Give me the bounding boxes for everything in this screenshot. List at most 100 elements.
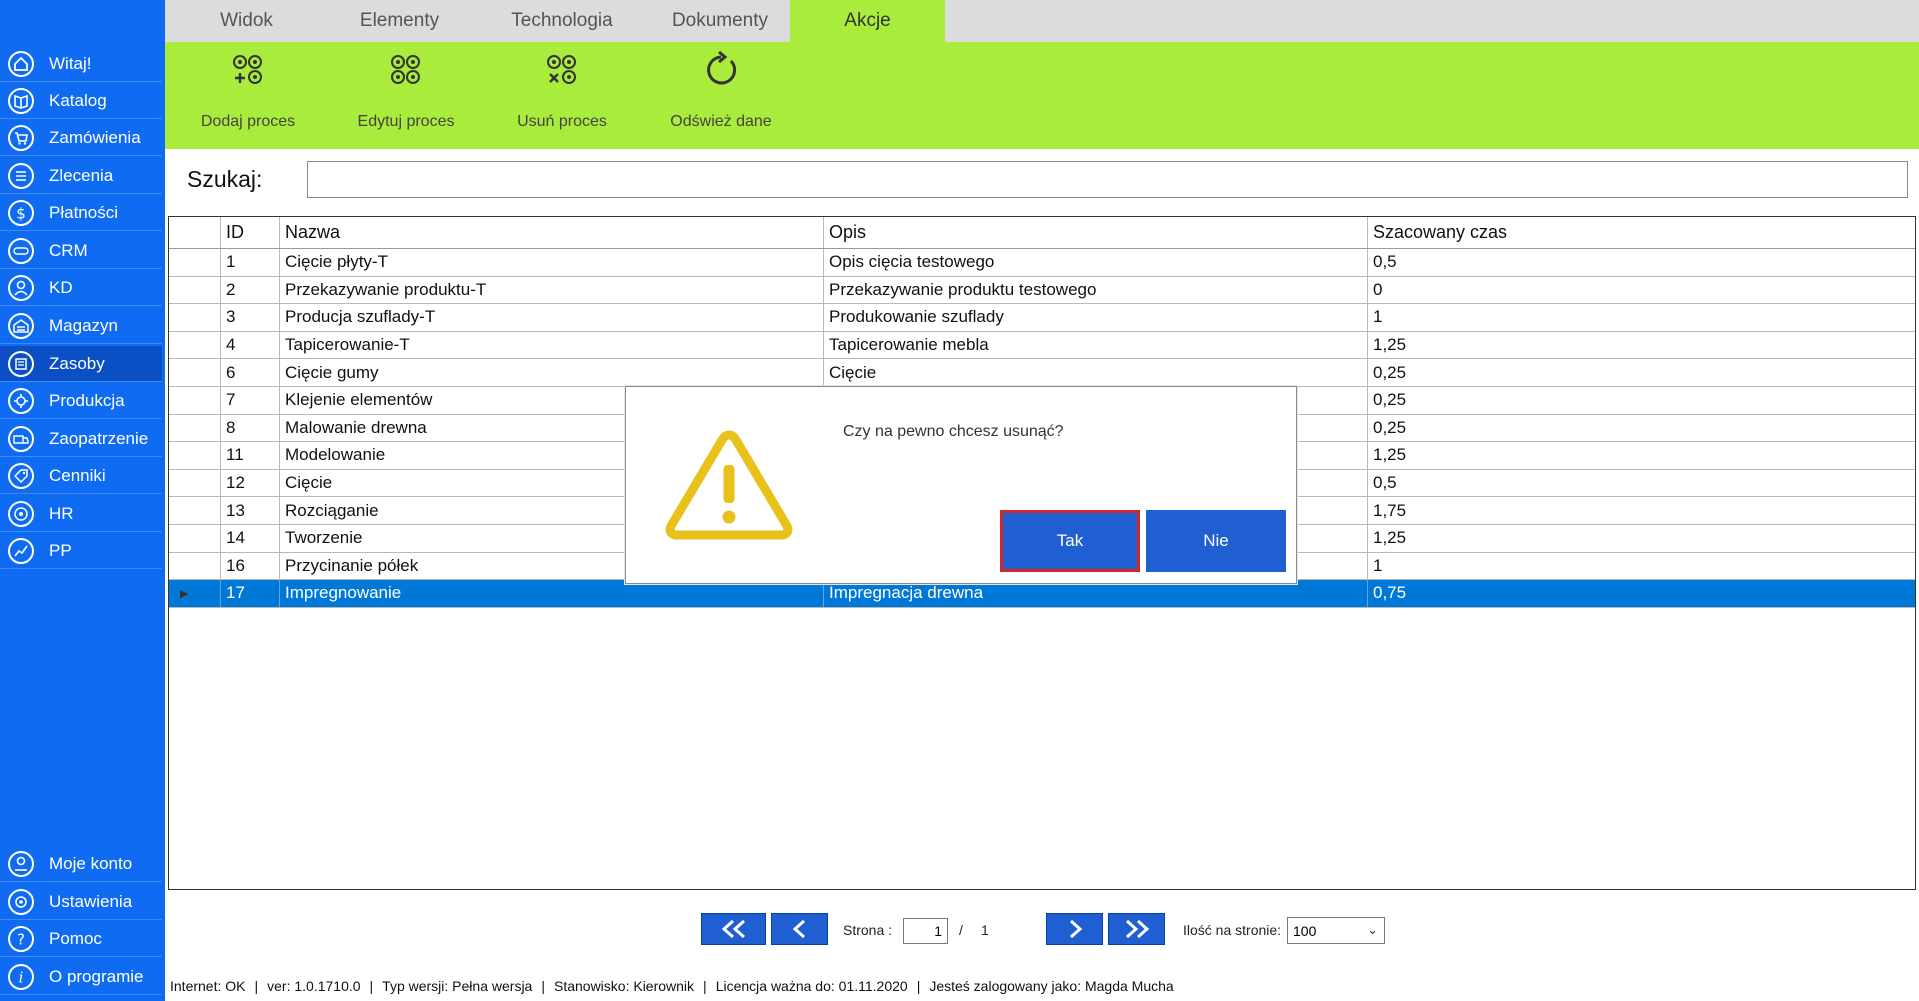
sidebar-item-pomoc[interactable]: ? Pomoc [0, 921, 162, 957]
cell-desc[interactable]: Tapicerowanie mebla [824, 331, 1368, 359]
cell-id[interactable]: 12 [221, 469, 280, 497]
yes-button[interactable]: Tak [1000, 510, 1140, 572]
tab-elementy[interactable]: Elementy [333, 0, 466, 42]
sidebar-item-moje-konto[interactable]: Moje konto [0, 846, 162, 882]
row-selector[interactable] [169, 359, 221, 386]
cell-id[interactable]: 16 [221, 552, 280, 580]
cell-name[interactable]: Cięcie gumy [280, 359, 824, 386]
row-selector[interactable] [169, 304, 221, 331]
cart-icon [7, 124, 35, 152]
row-selector[interactable] [169, 276, 221, 304]
per-page-label: Ilość na stronie: [1183, 922, 1282, 938]
sidebar-item-cenniki[interactable]: Cenniki [0, 458, 162, 494]
cell-id[interactable]: 6 [221, 359, 280, 386]
row-selector[interactable]: ▶ [169, 580, 221, 607]
tab-widok[interactable]: Widok [180, 0, 313, 42]
sidebar-item-produkcja[interactable]: Produkcja [0, 383, 162, 419]
row-selector[interactable] [169, 387, 221, 414]
sidebar-item-crm[interactable]: CRM [0, 233, 162, 269]
cell-time[interactable]: 0,75 [1368, 580, 1915, 607]
table-row[interactable]: 6 Cięcie gumy Cięcie 0,25 [169, 359, 1915, 387]
row-selector[interactable] [169, 331, 221, 359]
header-name[interactable]: Nazwa [280, 217, 824, 248]
add-process-button[interactable]: Dodaj proces [173, 42, 323, 149]
cell-time[interactable]: 1,25 [1368, 332, 1915, 359]
sidebar-item-label: PP [49, 540, 72, 560]
refresh-data-button[interactable]: Odśwież dane [646, 42, 796, 149]
no-button[interactable]: Nie [1146, 510, 1286, 572]
cell-id[interactable]: 11 [221, 442, 280, 469]
sidebar-item-magazyn[interactable]: Magazyn [0, 308, 162, 344]
sidebar-item-o-programie[interactable]: i O programie [0, 959, 162, 995]
table-row[interactable]: 2 Przekazywanie produktu-T Przekazywanie p… [169, 276, 1915, 305]
row-selector[interactable] [169, 442, 221, 469]
cell-time[interactable]: 1 [1368, 553, 1915, 580]
row-selector[interactable] [169, 552, 221, 580]
cell-desc[interactable]: Opis cięcia testowego [824, 249, 1368, 276]
cell-desc[interactable]: Cięcie [824, 359, 1368, 386]
sidebar-item-pp[interactable]: PP [0, 533, 162, 569]
row-selector[interactable] [169, 497, 221, 524]
delete-process-button[interactable]: Usuń proces [487, 42, 637, 149]
cell-desc[interactable]: Produkowanie szuflady [824, 304, 1368, 331]
cell-id[interactable]: 1 [221, 249, 280, 276]
cell-time[interactable]: 0,25 [1368, 387, 1915, 414]
row-selector[interactable] [169, 249, 221, 276]
next-page-button[interactable] [1046, 913, 1103, 945]
cell-time[interactable]: 0,5 [1368, 470, 1915, 497]
cell-name[interactable]: Tapicerowanie-T [280, 331, 824, 359]
cell-id[interactable]: 4 [221, 331, 280, 359]
cell-time[interactable]: 0,25 [1368, 359, 1915, 386]
sidebar-item-platnosci[interactable]: $ Płatności [0, 195, 162, 231]
cell-time[interactable]: 1,25 [1368, 525, 1915, 552]
sidebar-item-witaj[interactable]: Witaj! [0, 46, 162, 82]
sidebar-item-hr[interactable]: HR [0, 496, 162, 532]
cell-name[interactable]: Przekazywanie produktu-T [280, 276, 824, 304]
search-input[interactable] [307, 161, 1908, 198]
header-time[interactable]: Szacowany czas [1368, 217, 1915, 248]
cell-id[interactable]: 17 [221, 580, 280, 607]
cell-id[interactable]: 14 [221, 525, 280, 552]
sidebar-item-katalog[interactable]: Katalog [0, 83, 162, 119]
table-row[interactable]: 3 Producja szuflady-T Produkowanie szuflad… [169, 304, 1915, 332]
tab-dokumenty[interactable]: Dokumenty [645, 0, 795, 42]
cell-name[interactable]: Cięcie płyty-T [280, 249, 824, 276]
cell-time[interactable]: 0 [1368, 277, 1915, 304]
cell-desc[interactable]: Impregnacja drewna [824, 580, 1368, 607]
cell-time[interactable]: 0,5 [1368, 249, 1915, 276]
table-row[interactable]: 4 Tapicerowanie-T Tapicerowanie mebla 1,25 [169, 331, 1915, 360]
cell-id[interactable]: 7 [221, 387, 280, 414]
sidebar-item-zlecenia[interactable]: Zlecenia [0, 158, 162, 194]
table-row[interactable]: 1 Cięcie płyty-T Opis cięcia testowego 0,5 [169, 249, 1915, 277]
last-page-button[interactable] [1108, 913, 1165, 945]
cell-desc[interactable]: Przekazywanie produktu testowego [824, 276, 1368, 304]
cell-time[interactable]: 1,25 [1368, 442, 1915, 469]
cell-name[interactable]: Impregnowanie [280, 580, 824, 607]
first-page-button[interactable] [701, 913, 766, 945]
page-number-input[interactable] [903, 918, 948, 944]
cell-time[interactable]: 0,25 [1368, 415, 1915, 442]
cell-time[interactable]: 1 [1368, 304, 1915, 331]
tab-technologia[interactable]: Technologia [487, 0, 637, 42]
prev-page-button[interactable] [771, 913, 828, 945]
cell-id[interactable]: 3 [221, 304, 280, 331]
cell-id[interactable]: 8 [221, 414, 280, 442]
sidebar-item-kd[interactable]: KD [0, 270, 162, 306]
row-selector[interactable] [169, 414, 221, 442]
cell-id[interactable]: 13 [221, 497, 280, 524]
cell-name[interactable]: Producja szuflady-T [280, 304, 824, 331]
header-desc[interactable]: Opis [824, 217, 1368, 248]
sidebar-item-zaopatrzenie[interactable]: Zaopatrzenie [0, 421, 162, 457]
edit-process-button[interactable]: Edytuj proces [331, 42, 481, 149]
row-selector[interactable] [169, 469, 221, 497]
sidebar-item-ustawienia[interactable]: Ustawienia [0, 884, 162, 920]
table-row[interactable]: ▶ 17 Impregnowanie Impregnacja drewna 0,75 [169, 580, 1915, 608]
row-selector[interactable] [169, 525, 221, 552]
per-page-select[interactable]: 100 ⌄ [1287, 917, 1385, 944]
sidebar-item-zasoby[interactable]: Zasoby [0, 346, 162, 382]
header-id[interactable]: ID [221, 217, 280, 248]
sidebar-item-zamowienia[interactable]: Zamówienia [0, 120, 162, 156]
cell-id[interactable]: 2 [221, 276, 280, 304]
cell-time[interactable]: 1,75 [1368, 497, 1915, 524]
tab-akcje[interactable]: Akcje [790, 0, 945, 42]
